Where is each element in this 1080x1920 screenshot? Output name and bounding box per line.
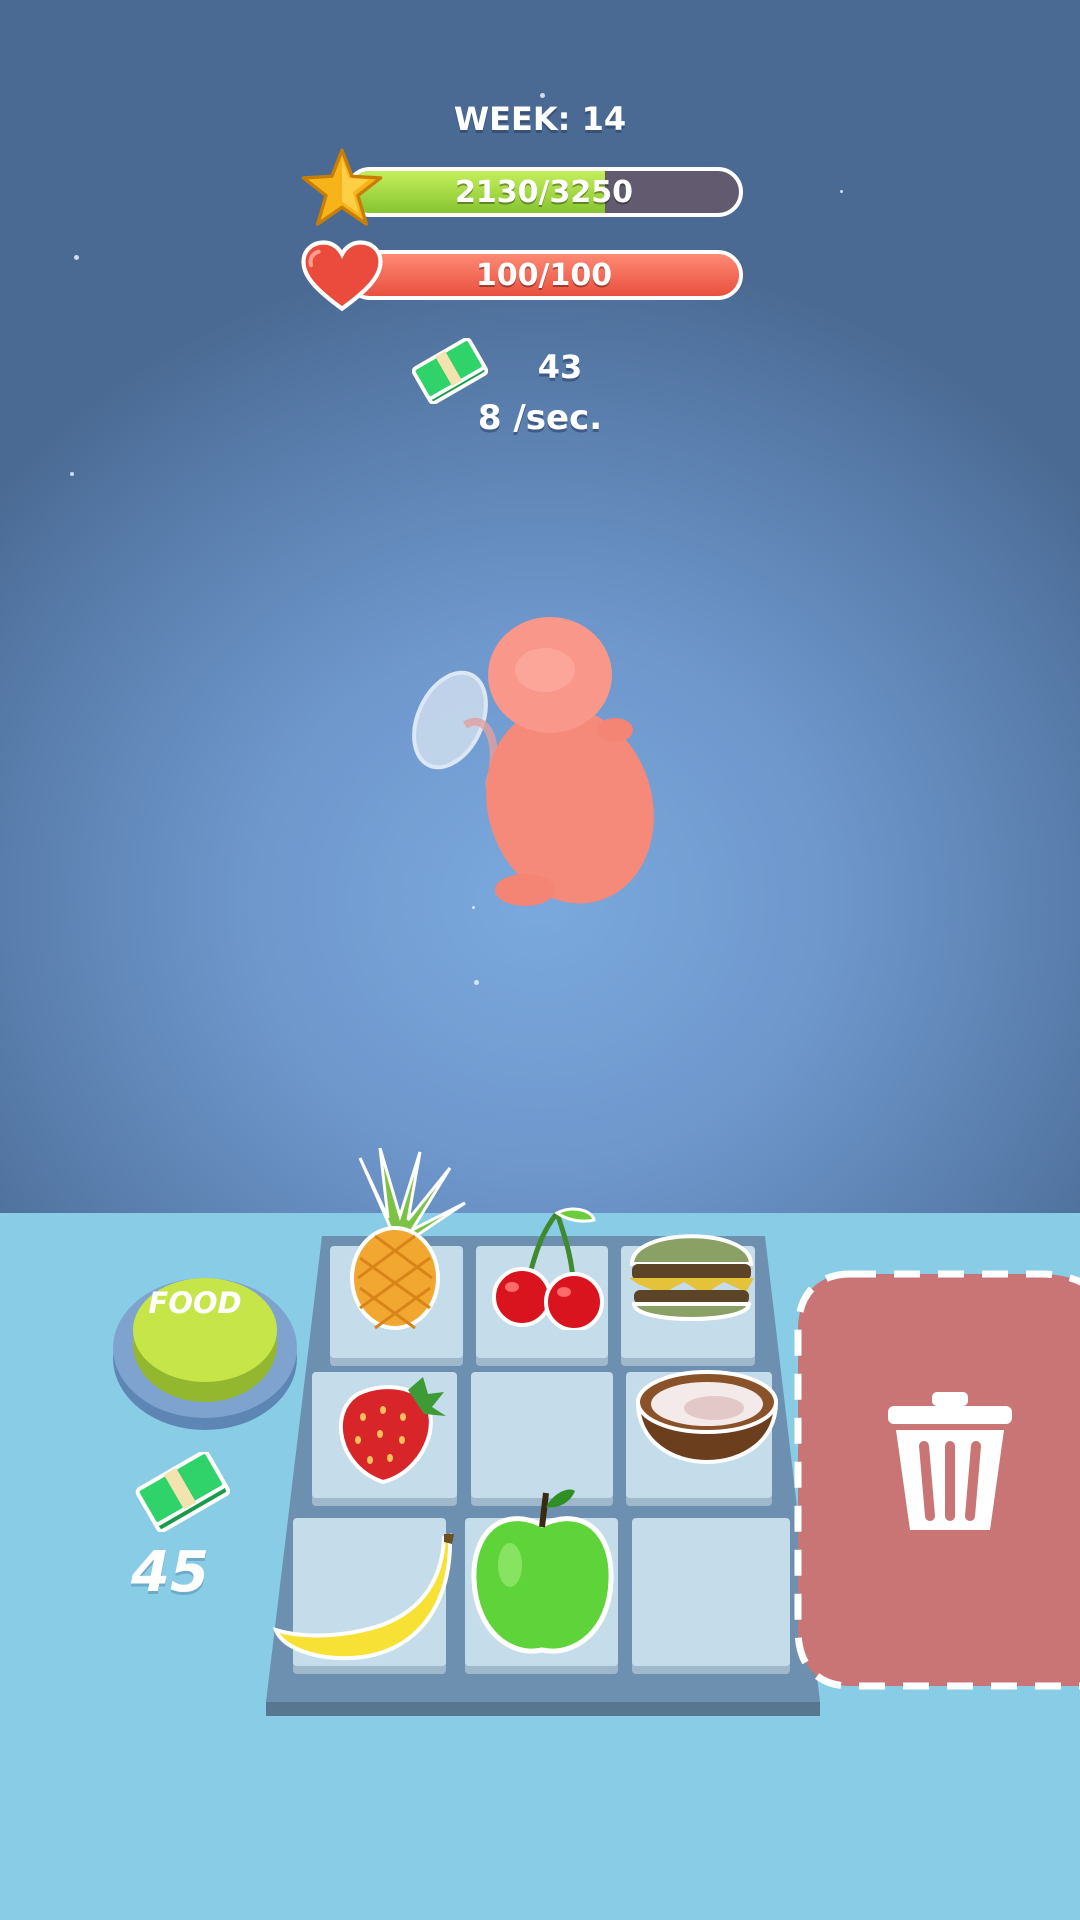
background-star [540,93,545,98]
trash-icon [888,1392,1012,1530]
board-cell-r2c2[interactable] [471,1372,613,1498]
heart-icon [301,240,383,312]
embryo-character[interactable] [405,600,685,920]
week-label: WEEK: 14 [453,100,627,138]
star-icon [301,148,383,226]
background-star [74,255,79,260]
food-cost-label: 45 [131,1540,209,1605]
income-rate: 8 /sec. [477,398,603,438]
cash-icon [135,1452,230,1532]
strawberry-item[interactable] [328,1372,448,1487]
health-bar-text: 100/100 [475,257,613,293]
cash-icon [412,338,488,404]
background-star [474,980,479,985]
burger-item[interactable] [624,1212,759,1332]
background-star [840,190,843,193]
coconut-item[interactable] [632,1362,782,1474]
cherries-item[interactable] [482,1205,607,1330]
banana-item[interactable] [272,1530,462,1665]
green-apple-item[interactable] [470,1485,615,1660]
pineapple-item[interactable] [320,1148,470,1333]
food-button-label: FOOD [148,1286,242,1320]
background-star [70,472,74,476]
xp-progress-bar: 2130/3250 [345,167,743,217]
board-cell-r3c3[interactable] [632,1518,790,1666]
money-counter: 43 [537,348,583,386]
health-bar: 100/100 [345,250,743,300]
xp-progress-text: 2130/3250 [455,174,633,210]
